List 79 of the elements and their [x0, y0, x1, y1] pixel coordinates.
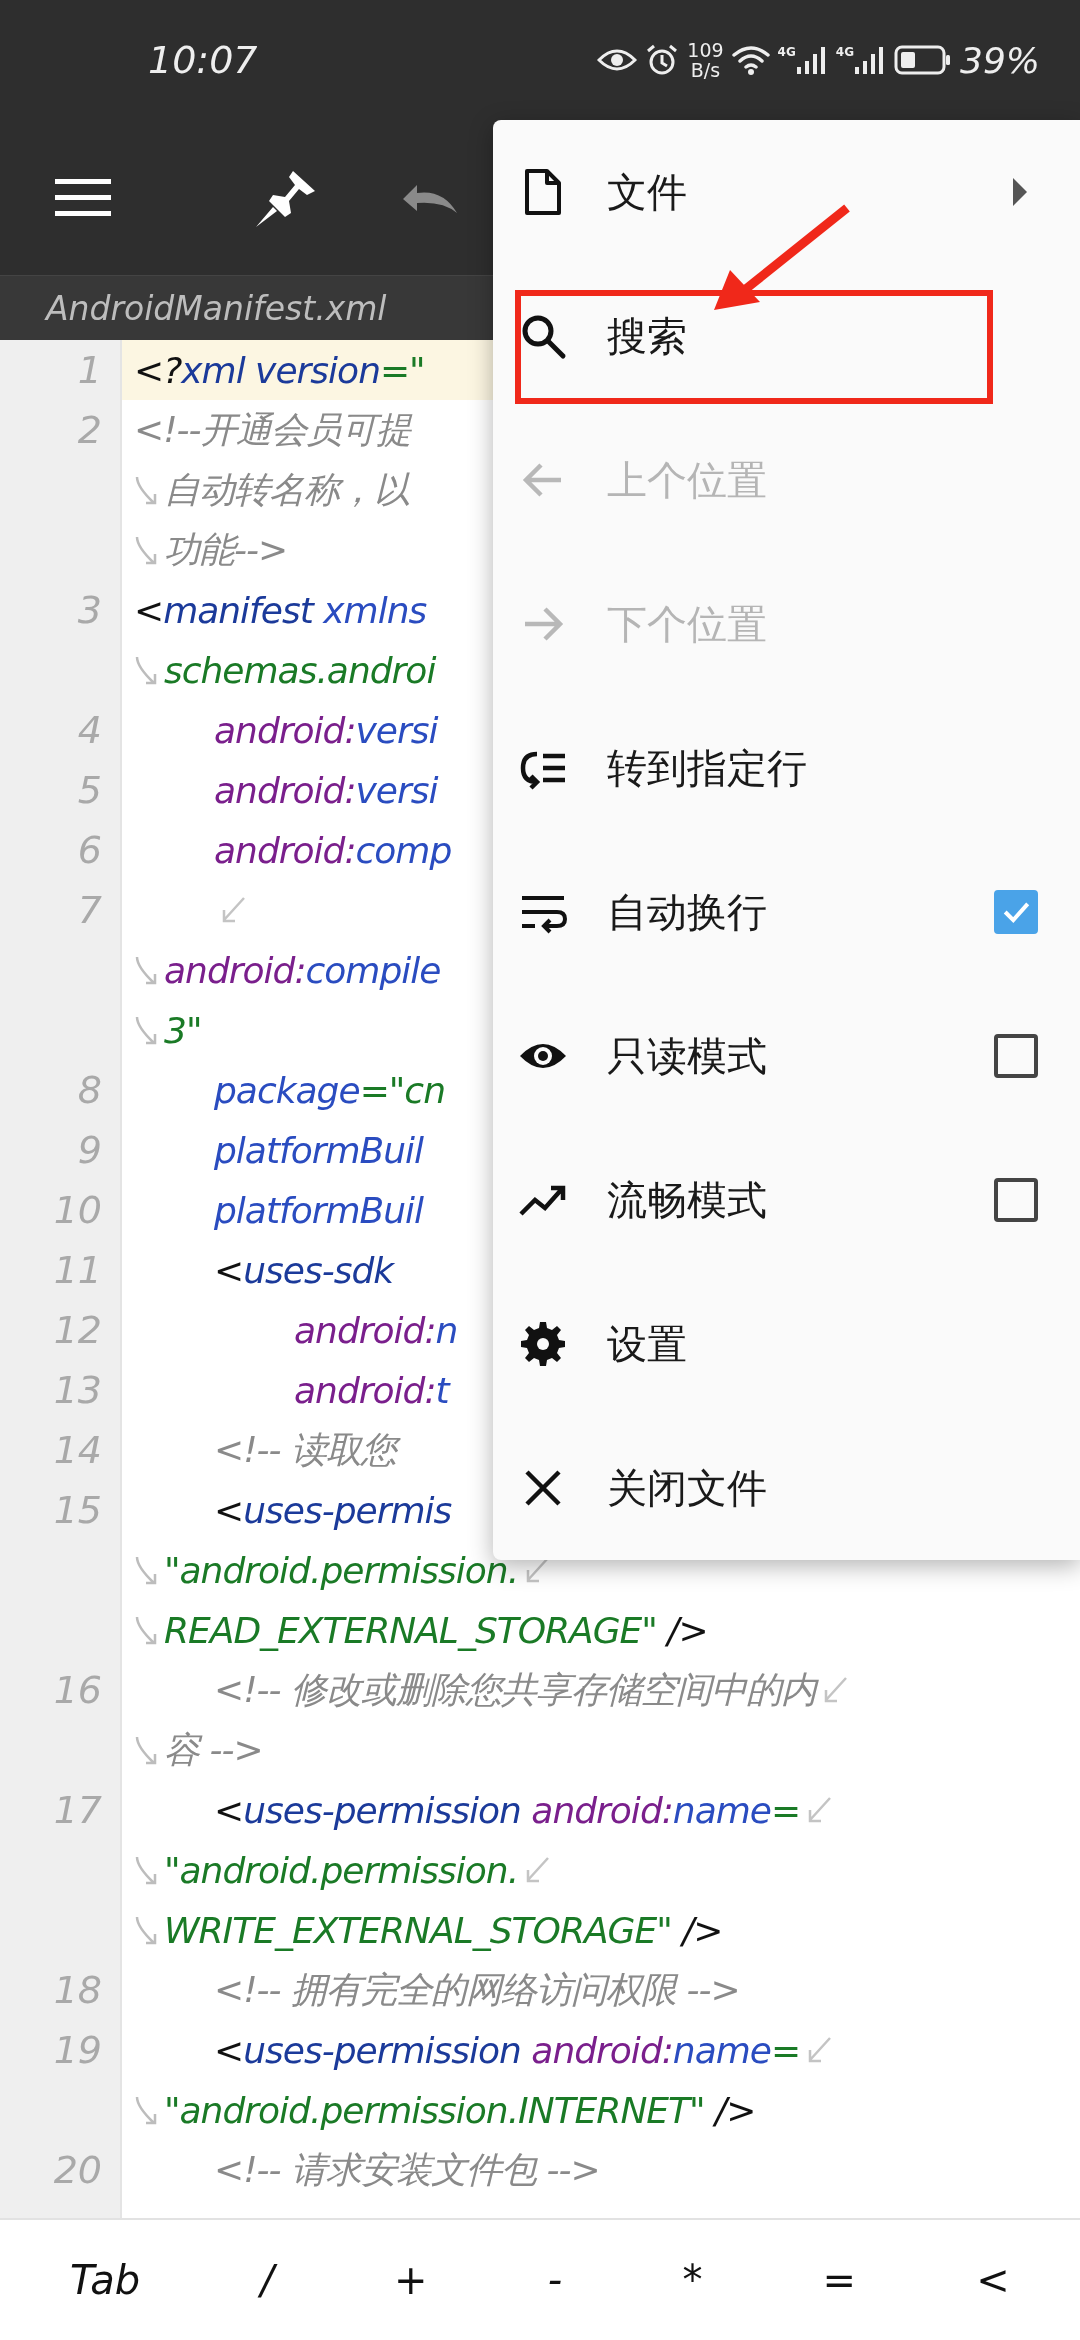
- network-type-label: 4G: [777, 45, 796, 59]
- line-number: 20: [53, 2148, 102, 2192]
- code-line: <uses-sdk: [213, 1249, 394, 1291]
- symbol-key[interactable]: *: [662, 2247, 723, 2313]
- menu-item[interactable]: 转到指定行: [493, 696, 1080, 840]
- code-line: <uses-permission android:name=: [213, 1789, 801, 1831]
- battery-percent: 39%: [960, 39, 1040, 81]
- code-line: READ_EXTERNAL_STORAGE" />: [164, 1609, 708, 1651]
- line-number: 11: [53, 1248, 102, 1292]
- line-number: 6: [77, 828, 102, 872]
- code-line: android:versi: [213, 709, 438, 751]
- line-number: 9: [77, 1128, 102, 1172]
- settings-icon: [519, 1320, 567, 1368]
- code-line: <!-- 拥有完全的网络访问权限 -->: [213, 1967, 740, 2012]
- file-tab[interactable]: AndroidManifest.xml: [46, 288, 387, 328]
- line-number: 10: [53, 1188, 102, 1232]
- symbol-key[interactable]: -: [527, 2247, 583, 2313]
- symbol-key[interactable]: /: [240, 2247, 294, 2313]
- symbol-key[interactable]: Tab: [50, 2247, 161, 2313]
- line-number: 8: [77, 1068, 102, 1112]
- clock-time: 10:07: [148, 38, 258, 82]
- code-line: 容 -->: [164, 1727, 263, 1772]
- menu-item[interactable]: 设置: [493, 1272, 1080, 1416]
- menu-item[interactable]: 流畅模式: [493, 1128, 1080, 1272]
- net-unit: B/s: [690, 60, 721, 80]
- menu-icon[interactable]: [55, 176, 111, 219]
- code-line: <!--开通会员可提: [134, 407, 411, 452]
- code-line: "android.permission.: [164, 1849, 519, 1891]
- code-line: android:t: [293, 1369, 449, 1411]
- code-line: 自动转名称，以: [164, 467, 409, 512]
- code-line: WRITE_EXTERNAL_STORAGE" />: [164, 1909, 723, 1951]
- signal-icon: [854, 45, 886, 75]
- line-number: 18: [53, 1968, 102, 2012]
- wifi-icon: [731, 45, 770, 75]
- net-speed: 109: [687, 40, 724, 60]
- line-number: 1: [77, 348, 102, 392]
- symbol-key[interactable]: =: [802, 2247, 877, 2313]
- code-line: 功能-->: [164, 527, 288, 572]
- line-number: 2: [77, 408, 102, 452]
- code-line: platformBuil: [213, 1129, 424, 1171]
- line-number: 14: [53, 1428, 102, 1472]
- menu-item[interactable]: 搜索: [493, 264, 1080, 408]
- line-number: 4: [77, 708, 102, 752]
- signal-icon: [795, 45, 828, 75]
- code-line: package="cn: [213, 1069, 445, 1111]
- line-number: 12: [53, 1308, 102, 1352]
- code-line: <!-- 修改或删除您共享存储空间中的内: [213, 1667, 817, 1712]
- alarm-icon: [645, 43, 680, 77]
- code-line: <uses-permission android:name=: [213, 2029, 801, 2071]
- code-line: <manifest xmlns: [134, 589, 427, 631]
- symbol-key[interactable]: +: [374, 2247, 448, 2313]
- menu-item[interactable]: 只读模式: [493, 984, 1080, 1128]
- symbol-key[interactable]: <: [956, 2247, 1030, 2313]
- battery-icon: [894, 44, 952, 76]
- checkbox[interactable]: [994, 1034, 1038, 1078]
- code-line: <?xml version=": [134, 349, 425, 391]
- line-number: 15: [53, 1488, 102, 1532]
- code-line: android:compile: [164, 949, 441, 991]
- line-number: 16: [53, 1668, 102, 1712]
- code-line: android:n: [293, 1309, 458, 1351]
- code-line: "android.permission.INTERNET" />: [164, 2089, 756, 2131]
- line-number: 13: [53, 1368, 102, 1412]
- network-type-label: 4G: [835, 45, 854, 59]
- line-number: 19: [53, 2028, 102, 2072]
- checkbox[interactable]: [994, 890, 1038, 934]
- line-number: 17: [53, 1788, 102, 1832]
- line-number: 5: [77, 768, 102, 812]
- submenu-arrow-icon: [1012, 177, 1028, 207]
- code-line: android:versi: [213, 769, 438, 811]
- code-line: schemas.androi: [164, 649, 436, 691]
- code-line: 3": [164, 1009, 202, 1051]
- code-line: <uses-permis: [213, 1489, 452, 1531]
- checkbox[interactable]: [994, 1178, 1038, 1222]
- code-line: platformBuil: [213, 1189, 424, 1231]
- menu-item[interactable]: 自动换行: [493, 840, 1080, 984]
- code-line: <!-- 请求安装文件包 -->: [213, 2147, 600, 2192]
- code-line: android:comp: [213, 829, 452, 871]
- line-number: 7: [77, 888, 102, 932]
- line-number: 3: [77, 588, 102, 632]
